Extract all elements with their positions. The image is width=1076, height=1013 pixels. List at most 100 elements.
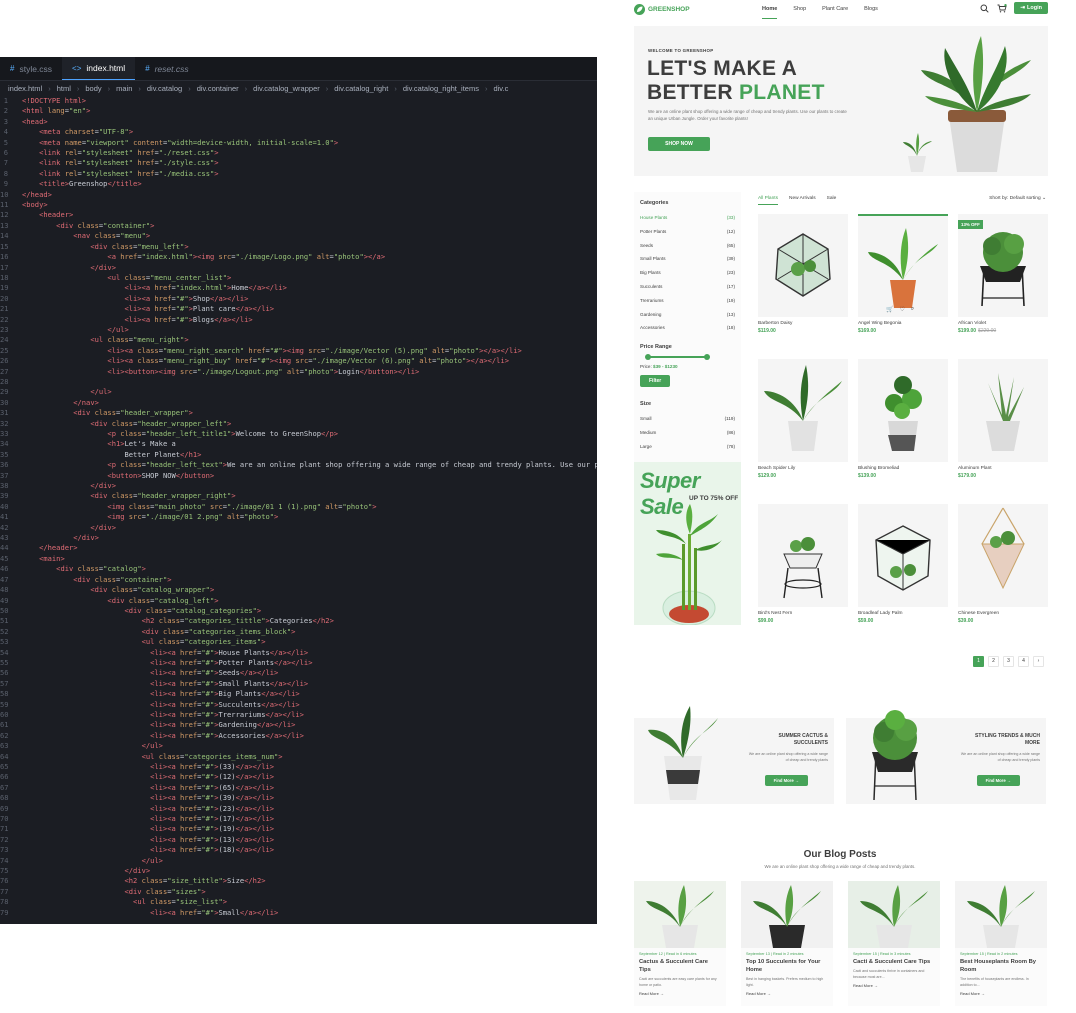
nav-link-blogs[interactable]: Blogs <box>864 6 878 19</box>
read-more-link[interactable]: Read More → <box>955 988 1047 996</box>
product-tab[interactable]: New Arrivals <box>789 196 816 205</box>
breadcrumb-item[interactable]: main <box>116 84 132 93</box>
blog-post-image[interactable] <box>741 881 833 948</box>
category-item[interactable]: Small Plants (39) <box>640 252 735 266</box>
category-item[interactable]: Trerrariums (19) <box>640 294 735 308</box>
product-card[interactable]: Aluminum Plant $179.00 <box>958 359 1048 479</box>
product-card[interactable]: Broadleaf Lady Palm $59.00 <box>858 504 948 624</box>
next-page-button[interactable]: › <box>1033 656 1044 667</box>
code-token: Gardening <box>218 720 257 730</box>
page-button[interactable]: 4 <box>1018 656 1029 667</box>
line-text: <div class="catalog"> <box>22 564 146 574</box>
find-more-button[interactable]: Find More → <box>976 775 1020 786</box>
price-range-slider[interactable] <box>640 352 735 362</box>
product-image-frame[interactable] <box>758 214 848 317</box>
product-card[interactable]: 🛒 ♡ ⌕ Angel Wing Begonia $169.00 <box>858 214 948 334</box>
product-image-frame[interactable] <box>758 359 848 462</box>
nav-link-shop[interactable]: Shop <box>793 6 806 19</box>
editor-tab[interactable]: <> index.html <box>62 57 136 80</box>
code-editor[interactable]: # style.css <> index.html # reset.css index.h… <box>0 57 597 924</box>
read-more-link[interactable]: Read More → <box>634 988 726 996</box>
product-name: African Violet <box>958 321 987 326</box>
breadcrumb-item[interactable]: div.catalog <box>147 84 182 93</box>
cart-icon[interactable]: 🛒 <box>886 306 893 313</box>
find-more-button[interactable]: Find More → <box>764 775 808 786</box>
breadcrumb-item[interactable]: body <box>85 84 101 93</box>
breadcrumb-item[interactable]: div.c <box>493 84 508 93</box>
code-line: 23 </ul> <box>0 325 597 335</box>
code-token: (19) <box>218 824 236 834</box>
code-token: href <box>137 168 155 178</box>
category-item[interactable]: Seeds (65) <box>640 239 735 253</box>
category-item[interactable]: House Plants (33) <box>640 211 735 225</box>
page-button[interactable]: 1 <box>973 656 984 667</box>
breadcrumb-item[interactable]: div.container <box>197 84 239 93</box>
read-more-link[interactable]: Read More → <box>741 988 833 996</box>
page-button[interactable]: 2 <box>988 656 999 667</box>
category-item[interactable]: Accessories (18) <box>640 321 735 335</box>
breadcrumb-item[interactable]: div.catalog_right_items <box>403 84 479 93</box>
size-item[interactable]: Large (78) <box>640 440 735 454</box>
heart-icon[interactable]: ♡ <box>899 306 904 313</box>
sort-control[interactable]: Short by: Default sorting ⌄ <box>989 196 1046 201</box>
nav-link-home[interactable]: Home <box>762 6 778 19</box>
login-button[interactable]: ⇥ Login <box>1014 2 1048 14</box>
blog-post-image[interactable] <box>955 881 1047 948</box>
nav-link-plant-care[interactable]: Plant Care <box>822 6 848 19</box>
blog-post-card[interactable]: September 12 | Read in 6 minutes Cactus &… <box>634 881 726 1006</box>
product-card[interactable]: Bird's Nest Fern $99.00 <box>758 504 848 624</box>
product-image-frame[interactable] <box>958 504 1048 607</box>
product-image-frame[interactable]: 13% OFF <box>958 214 1048 317</box>
product-tab[interactable]: Sale <box>827 196 837 205</box>
product-image-frame[interactable] <box>958 359 1048 462</box>
category-item[interactable]: Potter Plants (12) <box>640 225 735 239</box>
size-item[interactable]: Small (119) <box>640 412 735 426</box>
code-token: <ul <box>133 897 151 907</box>
code-token: "#" <box>175 304 189 314</box>
editor-tab[interactable]: # reset.css <box>135 57 198 80</box>
range-min-handle[interactable] <box>645 353 651 360</box>
product-tab[interactable]: All Plants <box>758 196 778 205</box>
super-sale-banner[interactable]: Super Sale UP TO 75% OFF <box>634 462 741 625</box>
blog-post-card[interactable]: September 15 | Read in 2 minutes Best Hou… <box>955 881 1047 1006</box>
category-item[interactable]: Succulents (17) <box>640 280 735 294</box>
code-area[interactable]: 1 <!DOCTYPE html> 2 <html lang="en"> 3 <head>… <box>0 95 597 918</box>
filter-button[interactable]: Filter <box>640 375 671 388</box>
cart-icon[interactable] <box>997 3 1008 13</box>
breadcrumb-item[interactable]: div.catalog_wrapper <box>253 84 320 93</box>
blog-post-card[interactable]: September 13 | Read in 2 minutes Top 10 S… <box>741 881 833 1006</box>
product-image <box>885 376 922 451</box>
product-card[interactable]: Chinese Evergreen $39.00 <box>958 504 1048 624</box>
blog-post-image[interactable] <box>634 881 726 948</box>
page-button[interactable]: 3 <box>1003 656 1014 667</box>
editor-tab[interactable]: # style.css <box>0 57 62 80</box>
code-token: > <box>256 605 262 615</box>
product-image-frame[interactable] <box>858 504 948 607</box>
blog-post-card[interactable]: September 15 | Read in 3 minutes Cacti & … <box>848 881 940 1006</box>
product-card[interactable]: Beach Spider Lily $129.00 <box>758 359 848 479</box>
range-max-handle[interactable] <box>704 353 710 360</box>
product-image-frame[interactable] <box>858 359 948 462</box>
category-item[interactable]: Gardening (13) <box>640 308 735 322</box>
breadcrumb-item[interactable]: index.html <box>8 84 42 93</box>
read-more-link[interactable]: Read More → <box>848 980 940 988</box>
breadcrumb-item[interactable]: html <box>57 84 71 93</box>
blog-post-image[interactable] <box>848 881 940 948</box>
shop-now-button[interactable]: SHOP NOW <box>648 137 710 151</box>
code-token: "./image/Logout.png" <box>197 366 283 376</box>
code-token: </title> <box>107 179 142 189</box>
site-logo[interactable]: GREENSHOP <box>634 4 690 15</box>
line-number: 11 <box>0 200 9 210</box>
breadcrumb-item[interactable]: div.catalog_right <box>334 84 388 93</box>
product-card[interactable]: Barberton Daisy $119.00 <box>758 214 848 334</box>
code-token: "./reset.css" <box>158 148 215 158</box>
product-image-frame[interactable]: 🛒 ♡ ⌕ <box>858 214 948 317</box>
search-icon[interactable] <box>980 4 990 13</box>
category-item[interactable]: Big Plants (23) <box>640 266 735 280</box>
product-card[interactable]: Blushing Bromeliad $139.00 <box>858 359 948 479</box>
search-icon[interactable]: ⌕ <box>911 306 914 313</box>
product-card[interactable]: 13% OFF African Violet $199.00 $229.00 <box>958 214 1048 334</box>
size-item[interactable]: Medium (86) <box>640 426 735 440</box>
code-token: href <box>235 356 253 366</box>
product-image-frame[interactable] <box>758 504 848 607</box>
